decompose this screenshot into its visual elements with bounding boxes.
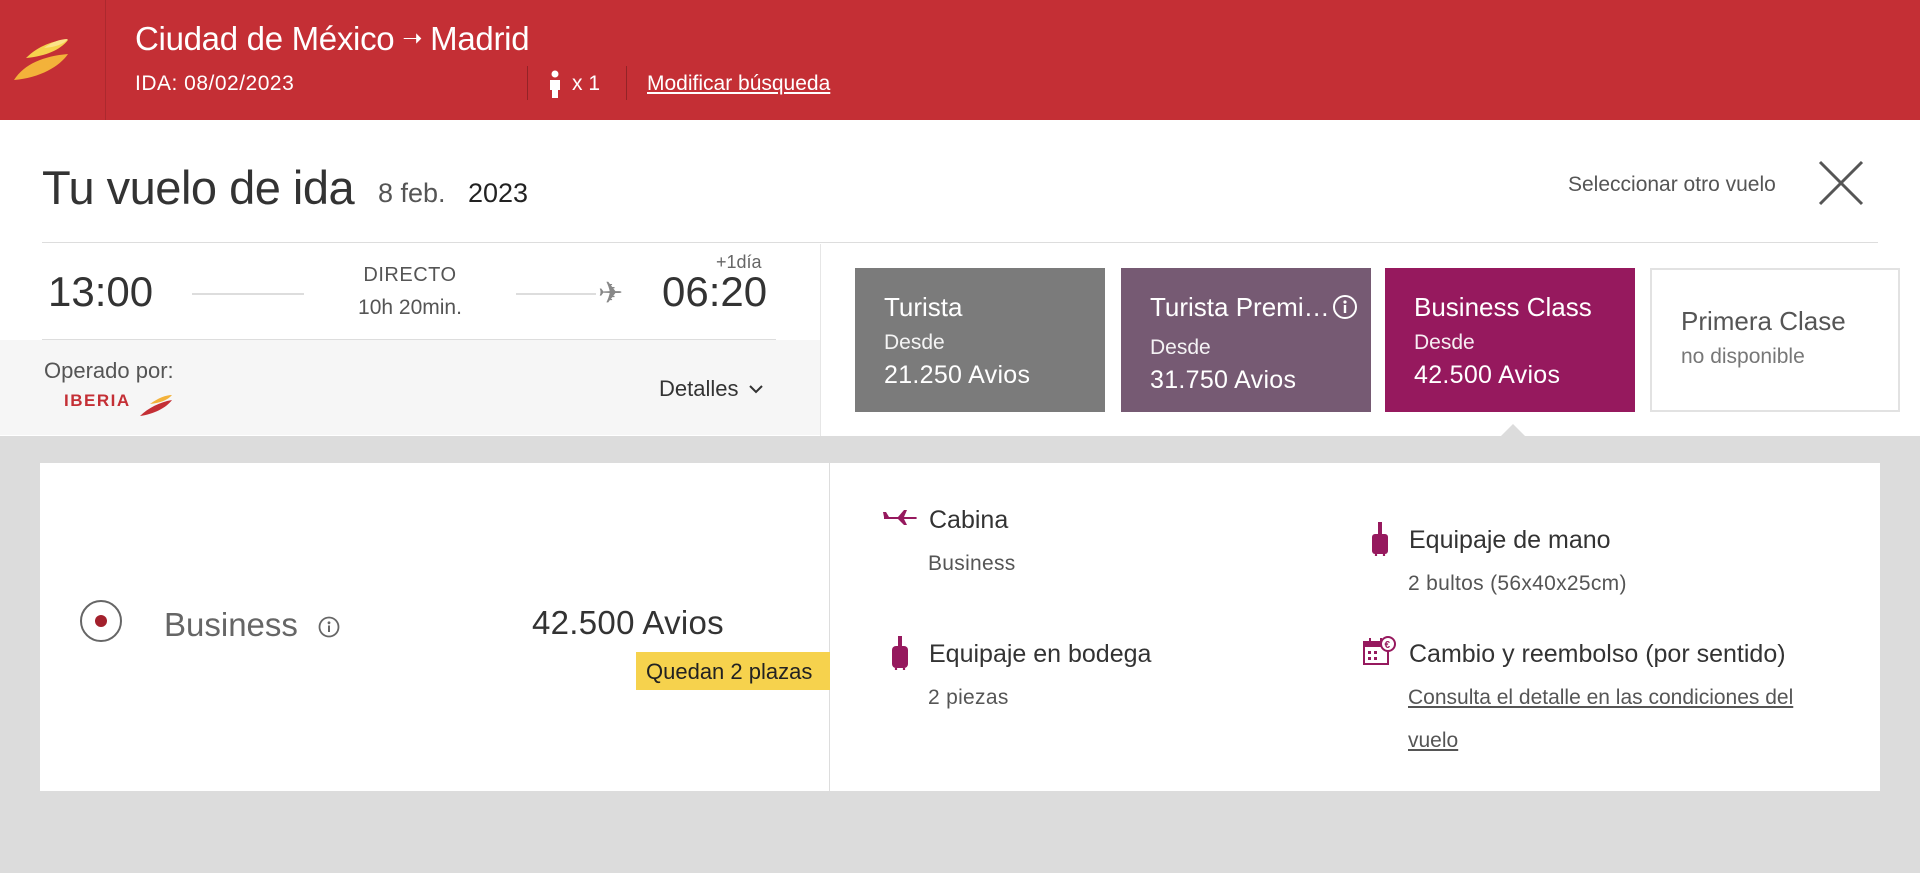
page-title: Tu vuelo de ida bbox=[42, 161, 355, 214]
calendar-refund-icon: € bbox=[1363, 636, 1396, 665]
fare-tile-business-class[interactable]: Business Class Desde 42.500 Avios bbox=[1385, 268, 1635, 412]
fare-name: Primera Clase bbox=[1681, 306, 1846, 336]
top-header: Ciudad de México ➝ Madrid IDA: 08/02/2023 … bbox=[0, 0, 1920, 120]
info-icon[interactable] bbox=[318, 616, 340, 638]
seats-left-badge: Quedan 2 plazas bbox=[636, 652, 830, 690]
cabin-title: Cabina bbox=[929, 506, 1009, 534]
checked-luggage-icon bbox=[892, 636, 908, 670]
passenger-icon bbox=[550, 70, 560, 98]
passenger-count: x 1 bbox=[548, 70, 600, 98]
passenger-count-label: x 1 bbox=[572, 72, 601, 95]
iberia-operator-logo: IBERIA bbox=[64, 388, 174, 423]
fare-name: Turista bbox=[884, 292, 963, 322]
fare-from-label: Desde bbox=[1150, 336, 1211, 359]
details-label: Detalles bbox=[659, 376, 739, 401]
airplane-cabin-icon bbox=[883, 510, 917, 525]
route-arrow-icon: ➝ bbox=[402, 25, 423, 52]
airplane-icon: ✈ bbox=[598, 277, 624, 310]
fare-from-label: Desde bbox=[884, 331, 945, 354]
change-refund-title: Cambio y reembolso (por sentido) bbox=[1409, 640, 1786, 668]
select-other-flight-link[interactable]: Seleccionar otro vuelo bbox=[1568, 173, 1776, 197]
operated-by-label: Operado por: bbox=[44, 358, 174, 383]
header-divider bbox=[626, 66, 627, 100]
chevron-down-icon bbox=[749, 385, 764, 394]
conditions-link[interactable]: Consulta el detalle en las condiciones d… bbox=[1408, 676, 1848, 762]
fare-tile-turista[interactable]: Turista Desde 21.250 Avios bbox=[855, 268, 1105, 412]
flight-type: DIRECTO bbox=[363, 264, 457, 286]
route-title: Ciudad de México ➝ Madrid bbox=[135, 20, 530, 58]
timeline-line bbox=[516, 293, 596, 295]
svg-text:€: € bbox=[1385, 640, 1391, 651]
carry-on-title: Equipaje de mano bbox=[1409, 526, 1611, 554]
vertical-divider bbox=[820, 244, 821, 436]
fare-price: 31.750 Avios bbox=[1150, 366, 1297, 394]
logo-box[interactable] bbox=[0, 0, 106, 120]
header-divider bbox=[527, 66, 528, 100]
fare-unavailable-label: no disponible bbox=[1681, 345, 1805, 368]
flight-date-year: 2023 bbox=[468, 178, 529, 208]
selected-fare-name: Business bbox=[164, 606, 298, 643]
close-icon[interactable] bbox=[1816, 158, 1866, 208]
departure-time: 13:00 bbox=[48, 268, 154, 315]
details-button[interactable]: Detalles bbox=[659, 376, 764, 402]
timeline-line bbox=[192, 293, 304, 295]
fare-tile-turista-premium[interactable]: Turista Premium Desde 31.750 Avios bbox=[1121, 268, 1371, 412]
iberia-wordmark: IBERIA bbox=[64, 391, 131, 410]
fare-price: 42.500 Avios bbox=[1414, 361, 1561, 389]
arrival-time: 06:20 bbox=[662, 268, 768, 315]
selected-fare-price: 42.500 Avios bbox=[532, 604, 724, 641]
outbound-date: IDA: 08/02/2023 bbox=[135, 72, 295, 95]
fare-from-label: Desde bbox=[1414, 331, 1475, 354]
modify-search-link[interactable]: Modificar búsqueda bbox=[647, 72, 830, 96]
card-divider bbox=[829, 463, 830, 791]
fare-price: 21.250 Avios bbox=[884, 361, 1031, 389]
fare-tile-primera-clase: Primera Clase no disponible bbox=[1650, 268, 1900, 412]
flight-date-day: 8 feb. bbox=[378, 178, 446, 208]
carry-on-luggage-icon bbox=[1372, 522, 1388, 556]
fare-radio-selected[interactable] bbox=[80, 600, 122, 642]
carry-on-value: 2 bultos (56x40x25cm) bbox=[1408, 572, 1627, 595]
flight-duration: 10h 20min. bbox=[358, 296, 462, 319]
fare-name: Turista Premium bbox=[1150, 292, 1330, 322]
destination-city: Madrid bbox=[430, 20, 530, 57]
checked-luggage-value: 2 piezas bbox=[928, 686, 1009, 709]
checked-luggage-title: Equipaje en bodega bbox=[929, 640, 1152, 668]
iberia-logo-icon bbox=[14, 39, 68, 80]
fare-name: Business Class bbox=[1414, 292, 1592, 322]
cabin-value: Business bbox=[928, 552, 1016, 575]
title-divider bbox=[42, 242, 1878, 243]
origin-city: Ciudad de México bbox=[135, 20, 395, 57]
info-icon[interactable] bbox=[1332, 294, 1358, 320]
